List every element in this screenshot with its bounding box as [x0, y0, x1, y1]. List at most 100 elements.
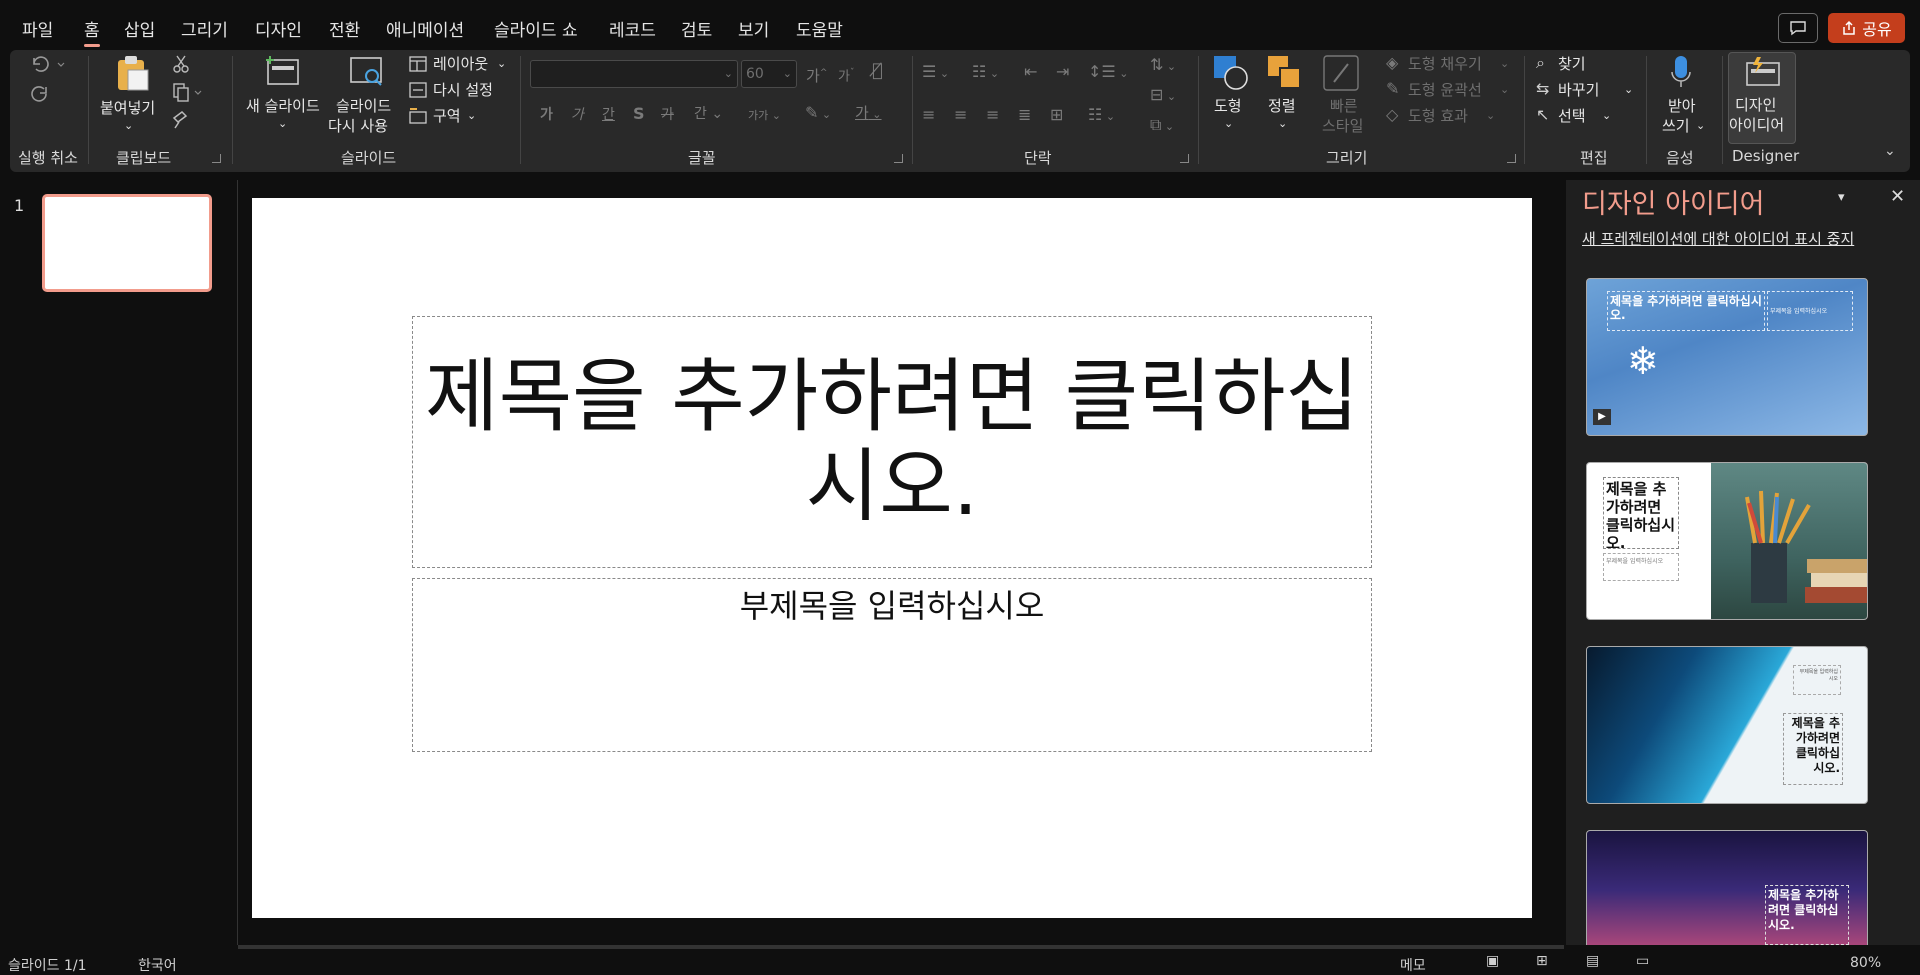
- design-idea-1[interactable]: 제목을 추가하려면 클릭하십시오. 부제목을 입력하십시오 ❄ ▶: [1586, 278, 1868, 436]
- layout-label: 레이아웃: [433, 55, 489, 73]
- dictate-button[interactable]: 받아 쓰기 ⌄: [1654, 52, 1706, 138]
- font-launcher-icon[interactable]: [894, 154, 903, 163]
- align-center-icon[interactable]: ≡: [954, 106, 967, 124]
- shrink-font-icon[interactable]: 가ˇ: [838, 64, 854, 86]
- menu-slideshow[interactable]: 슬라이드 쇼: [494, 16, 578, 41]
- menu-animations[interactable]: 애니메이션: [386, 16, 464, 41]
- share-button[interactable]: 공유: [1828, 13, 1905, 43]
- columns-icon[interactable]: ☷ ⌄: [1088, 106, 1115, 126]
- shapes-button[interactable]: 도형 ⌄: [1206, 52, 1254, 138]
- font-color-icon[interactable]: 가 ⌄: [855, 104, 882, 124]
- comment-icon: [1790, 21, 1806, 36]
- redo-icon[interactable]: [28, 84, 52, 104]
- font-size-combo[interactable]: 60 ⌄: [741, 60, 797, 88]
- arrange-button[interactable]: 정렬 ⌄: [1260, 52, 1308, 138]
- ribbon-separator: [88, 56, 89, 164]
- quick-styles-button[interactable]: 빠른 스타일: [1314, 52, 1370, 138]
- strikethrough-icon[interactable]: 가: [661, 106, 674, 124]
- copy-icon[interactable]: [171, 82, 205, 102]
- menu-home[interactable]: 홈: [84, 16, 100, 47]
- select-button[interactable]: ↖ 선택 ⌄: [1536, 106, 1626, 128]
- shape-effects-button[interactable]: ◇ 도형 효과 ⌄: [1386, 106, 1516, 128]
- design-ideas-button[interactable]: 디자인 아이디어: [1728, 52, 1796, 144]
- bullets-icon[interactable]: ☰ ⌄: [922, 63, 949, 83]
- new-slide-button[interactable]: 새 슬라이드 ⌄: [238, 52, 328, 138]
- title-placeholder[interactable]: 제목을 추가하려면 클릭하십시오.: [412, 316, 1372, 568]
- justify-icon[interactable]: ≣: [1018, 106, 1031, 124]
- reuse-slides-button[interactable]: 슬라이드 다시 사용: [328, 52, 404, 138]
- close-icon[interactable]: ✕: [1890, 186, 1905, 207]
- reading-view-icon[interactable]: ▤: [1586, 953, 1599, 969]
- align-text-icon[interactable]: ⊟ ⌄: [1150, 86, 1176, 106]
- underline-icon[interactable]: 간: [602, 106, 615, 124]
- zoom-level[interactable]: 80%: [1850, 955, 1881, 971]
- decrease-indent-icon[interactable]: ⇤: [1024, 63, 1037, 81]
- slide-canvas[interactable]: 제목을 추가하려면 클릭하십시오. 부제목을 입력하십시오: [252, 198, 1532, 918]
- find-button[interactable]: ⌕ 찾기: [1536, 54, 1626, 76]
- section-button[interactable]: 구역 ⌄: [409, 106, 513, 128]
- shapes-icon: [1214, 56, 1248, 90]
- menu-view[interactable]: 보기: [738, 16, 769, 41]
- subtitle-placeholder[interactable]: 부제목을 입력하십시오: [412, 578, 1372, 752]
- menu-record[interactable]: 레코드: [609, 16, 656, 41]
- format-painter-icon[interactable]: [171, 110, 191, 130]
- menu-file[interactable]: 파일: [22, 16, 53, 41]
- numbering-icon[interactable]: ☷ ⌄: [972, 63, 999, 83]
- align-left-icon[interactable]: ≡: [922, 106, 935, 124]
- shape-fill-label: 도형 채우기: [1408, 55, 1482, 73]
- section-icon: [409, 108, 427, 124]
- new-slide-dropdown-icon: ⌄: [278, 117, 288, 130]
- grow-font-icon[interactable]: 가^: [806, 64, 827, 85]
- design-idea-4[interactable]: 제목을 추가하려면 클릭하십시오.: [1586, 830, 1868, 945]
- line-spacing-icon[interactable]: ↕☰ ⌄: [1088, 63, 1128, 83]
- layout-button[interactable]: 레이아웃 ⌄: [409, 54, 513, 76]
- notes-button[interactable]: 메모: [1400, 955, 1426, 975]
- clipboard-launcher-icon[interactable]: [212, 154, 221, 163]
- design-idea-3[interactable]: 부제목을 입력하십시오 제목을 추가하려면 클릭하십시오.: [1586, 646, 1868, 804]
- slide-sorter-icon[interactable]: ⊞: [1536, 953, 1548, 969]
- drawing-launcher-icon[interactable]: [1507, 154, 1516, 163]
- dictate-label-2: 쓰기: [1662, 117, 1690, 135]
- font-name-combo[interactable]: ⌄: [530, 60, 738, 88]
- title-placeholder-text: 제목을 추가하려면 클릭하십시오.: [424, 350, 1360, 533]
- shape-fill-button[interactable]: ◈ 도형 채우기 ⌄: [1386, 54, 1516, 76]
- character-spacing-icon[interactable]: 간 ⌄: [694, 105, 723, 123]
- undo-icon[interactable]: [28, 54, 66, 74]
- highlight-icon[interactable]: ✎ ⌄: [805, 104, 831, 124]
- italic-icon[interactable]: 가: [571, 106, 584, 124]
- menu-review[interactable]: 검토: [681, 16, 712, 41]
- slideshow-view-icon[interactable]: ▭: [1636, 953, 1649, 969]
- paragraph-launcher-icon[interactable]: [1180, 154, 1189, 163]
- menu-help[interactable]: 도움말: [796, 16, 843, 41]
- slide-thumbnail[interactable]: [42, 194, 212, 292]
- reset-button[interactable]: 다시 설정: [409, 80, 513, 102]
- normal-view-icon[interactable]: ▣: [1486, 953, 1499, 969]
- smartart-icon[interactable]: ⧉ ⌄: [1150, 116, 1174, 136]
- increase-indent-icon[interactable]: ⇥: [1056, 63, 1069, 81]
- language-indicator[interactable]: 한국어: [138, 955, 177, 975]
- replace-button[interactable]: ⇆ 바꾸기 ⌄: [1536, 80, 1636, 102]
- arrange-icon: [1268, 56, 1301, 89]
- change-case-icon[interactable]: 가가 ⌄: [748, 107, 781, 125]
- menu-transitions[interactable]: 전환: [329, 16, 360, 41]
- collapse-ribbon-icon[interactable]: ⌄: [1884, 142, 1896, 160]
- menu-draw[interactable]: 그리기: [181, 16, 228, 41]
- shadow-icon[interactable]: S: [633, 105, 645, 123]
- bold-icon[interactable]: 가: [540, 106, 553, 124]
- paste-button[interactable]: 붙여넣기 ⌄: [100, 52, 160, 138]
- stop-showing-ideas-link[interactable]: 새 프레젠테이션에 대한 아이디어 표시 중지: [1582, 228, 1854, 249]
- align-right-icon[interactable]: ≡: [986, 106, 999, 124]
- clear-formatting-icon[interactable]: 가̸: [872, 62, 883, 80]
- ribbon-separator: [520, 56, 521, 164]
- design-idea-2[interactable]: 제목을 추가하려면 클릭하십시오. 부제목을 입력하십시오: [1586, 462, 1868, 620]
- character-spacing-glyph: 간: [694, 106, 707, 122]
- shape-outline-label: 도형 윤곽선: [1408, 81, 1482, 99]
- comments-button[interactable]: [1778, 13, 1818, 43]
- pane-options-icon[interactable]: ▾: [1838, 190, 1845, 205]
- cut-icon[interactable]: [171, 54, 191, 74]
- shape-outline-button[interactable]: ✎ 도형 윤곽선 ⌄: [1386, 80, 1516, 102]
- menu-insert[interactable]: 삽입: [124, 16, 155, 41]
- text-direction-icon[interactable]: ⇅ ⌄: [1150, 56, 1176, 76]
- distributed-icon[interactable]: ⊞: [1050, 106, 1063, 124]
- menu-design[interactable]: 디자인: [255, 16, 302, 41]
